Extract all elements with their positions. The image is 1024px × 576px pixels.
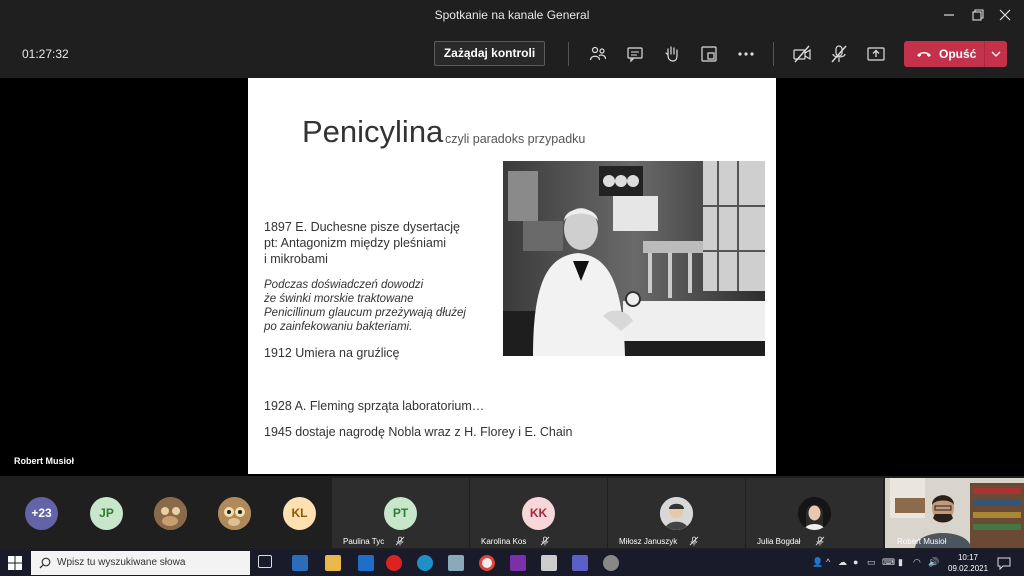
window-title: Spotkanie na kanale General <box>434 8 590 22</box>
slide-italic-line: że świnki morskie traktowane <box>264 293 414 305</box>
toolbar-divider <box>773 42 774 66</box>
calculator-app-icon[interactable] <box>541 555 557 571</box>
self-video-name: Robert Musioł <box>897 537 947 546</box>
volume-icon[interactable]: 🔊 <box>928 557 939 568</box>
self-video-tile[interactable]: Robert Musioł <box>885 478 1024 548</box>
chat-icon[interactable] <box>625 44 645 64</box>
clock-date: 09.02.2021 <box>948 564 989 573</box>
mic-off-icon <box>689 536 699 546</box>
rooms-icon[interactable] <box>699 44 719 64</box>
participant-avatar[interactable]: KL <box>283 497 316 530</box>
search-placeholder: Wpisz tu wyszukiwane słowa <box>57 557 186 568</box>
request-control-button[interactable]: Zażądaj kontroli <box>434 41 545 66</box>
clock-time: 10:17 <box>957 553 979 562</box>
meeting-timer: 01:27:32 <box>22 47 69 61</box>
task-view-icon[interactable] <box>258 555 272 568</box>
windows-taskbar: Wpisz tu wyszukiwane słowa 👤 ^ ☁ ● ▭ ⌨ ▮… <box>0 550 1024 576</box>
participant-photo-avatar <box>798 497 831 530</box>
app-icon[interactable] <box>448 555 464 571</box>
maximize-icon[interactable] <box>968 6 986 24</box>
participant-photo-avatar[interactable] <box>154 497 187 530</box>
toolbar-divider <box>568 42 569 66</box>
store-app-icon[interactable] <box>292 555 308 571</box>
participants-icon[interactable] <box>588 44 608 64</box>
leave-button[interactable]: Opuść <box>904 41 1007 67</box>
teams-app-icon[interactable] <box>572 555 588 571</box>
mic-off-icon <box>815 536 825 546</box>
slide-italic-line: Podczas doświadczeń dowodzi <box>264 279 424 291</box>
slide-text-line: pt: Antagonizm między pleśniami <box>264 236 447 250</box>
phone-hangup-icon <box>917 52 931 57</box>
participant-name: Paulina Tyc <box>343 537 385 546</box>
more-icon[interactable] <box>736 44 756 64</box>
meeting-toolbar: 01:27:32 Zażądaj kontroli Opuść <box>0 30 1024 78</box>
participant-photo-avatar <box>660 497 693 530</box>
slide-subtitle: czyli paradoks przypadku <box>445 132 586 146</box>
search-icon <box>39 557 51 569</box>
leave-label: Opuść <box>939 47 977 61</box>
slide-text-line: 1897 E. Duchesne pisze dysertację <box>264 220 460 234</box>
file-explorer-icon[interactable] <box>325 555 341 571</box>
taskbar-search-input[interactable]: Wpisz tu wyszukiwane słowa <box>31 551 250 575</box>
participant-strip: +23 JP KL PT Paulina Tyc KK Karolina Kos… <box>0 476 1024 550</box>
onedrive-icon[interactable]: ☁ <box>838 557 847 568</box>
slide-text-line: 1945 dostaje nagrodę Nobla wraz z H. Flo… <box>264 425 573 439</box>
participant-avatar[interactable]: JP <box>90 497 123 530</box>
participant-name: Miłosz Januszyk <box>619 537 678 546</box>
share-icon[interactable] <box>866 44 886 64</box>
display-tray-icon[interactable]: ▭ <box>867 557 876 568</box>
mail-app-icon[interactable] <box>358 555 374 571</box>
participant-tile[interactable]: Julia Bogdał <box>746 478 883 548</box>
tray-chevron-up-icon[interactable]: ^ <box>826 557 830 567</box>
chevron-down-icon[interactable] <box>990 48 1002 60</box>
title-bar: Spotkanie na kanale General <box>0 0 1024 30</box>
slide-title: Penicylina <box>302 114 444 149</box>
close-icon[interactable] <box>996 6 1014 24</box>
participant-tile[interactable]: Miłosz Januszyk <box>608 478 745 548</box>
onenote-app-icon[interactable] <box>510 555 526 571</box>
taskbar-clock[interactable]: 10:17 09.02.2021 <box>948 552 988 574</box>
chrome-browser-icon[interactable] <box>479 555 495 571</box>
opera-browser-icon[interactable] <box>386 555 402 571</box>
overflow-participants-button[interactable]: +23 <box>25 497 58 530</box>
participant-tile[interactable]: KK Karolina Kos <box>470 478 607 548</box>
fleming-lab-photo <box>503 161 765 356</box>
windows-start-icon[interactable] <box>8 556 22 570</box>
participant-photo-avatar[interactable] <box>218 497 251 530</box>
participant-tile[interactable]: PT Paulina Tyc <box>332 478 469 548</box>
battery-icon[interactable]: ▮ <box>898 557 903 568</box>
shared-screen-stage: Penicylina czyli paradoks przypadku 1897… <box>0 78 1024 476</box>
mic-off-icon <box>395 536 405 546</box>
camera-off-icon[interactable] <box>792 44 812 64</box>
app-icon[interactable] <box>603 555 619 571</box>
slide-text-line: i mikrobami <box>264 252 328 266</box>
participant-avatar: PT <box>384 497 417 530</box>
minimize-icon[interactable] <box>940 6 958 24</box>
slide-italic-line: po zainfekowaniu bakteriami. <box>264 321 413 333</box>
mic-off-icon[interactable] <box>829 44 849 64</box>
edge-browser-icon[interactable] <box>417 555 433 571</box>
presentation-slide: Penicylina czyli paradoks przypadku 1897… <box>248 78 776 474</box>
slide-text-line: 1928 A. Fleming sprząta laboratorium… <box>264 399 485 413</box>
keyboard-tray-icon[interactable]: ⌨ <box>882 557 895 568</box>
wifi-icon[interactable]: ◠ <box>913 557 921 568</box>
slide-text-line: 1912 Umiera na gruźlicę <box>264 346 400 360</box>
raise-hand-icon[interactable] <box>662 44 682 64</box>
participant-name: Julia Bogdał <box>757 537 801 546</box>
participant-name: Karolina Kos <box>481 537 527 546</box>
slide-italic-line: Penicillinum glaucum przeżywają dłużej <box>264 307 466 319</box>
tray-people-icon[interactable]: 👤 <box>812 557 823 568</box>
presenter-name: Robert Musioł <box>14 456 74 466</box>
leave-divider <box>984 41 985 67</box>
notifications-icon[interactable] <box>997 556 1011 570</box>
mic-off-icon <box>540 536 550 546</box>
participant-avatar: KK <box>522 497 555 530</box>
app-tray-icon[interactable]: ● <box>853 557 858 567</box>
